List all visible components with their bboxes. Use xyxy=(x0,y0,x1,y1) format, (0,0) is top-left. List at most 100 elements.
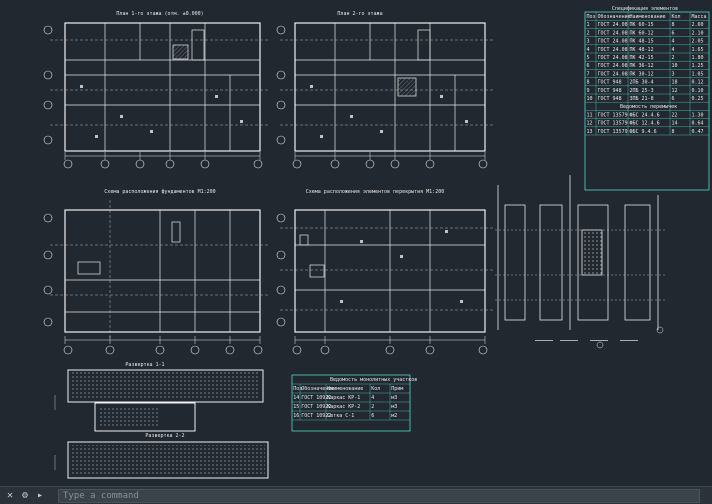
spec-cell: 8 xyxy=(672,22,675,28)
spec-cell: ГОСТ 24.08 xyxy=(598,39,628,45)
spec2-cell: 13 xyxy=(587,129,593,135)
spec-cell: 6 xyxy=(672,30,675,36)
plan-first-floor: План 1-го этажа (отм. ±0.000) xyxy=(43,11,270,169)
plan2-title: План 2-го этажа xyxy=(337,11,382,17)
strip2-title: Развертка 2-2 xyxy=(145,433,184,439)
strip1-title: Развертка 1-1 xyxy=(125,362,164,368)
legend-cell: 15 xyxy=(293,404,299,410)
drawing-canvas[interactable]: План 1-го этажа (отм. ±0.000) План 2-го … xyxy=(0,0,712,486)
spec-cell: 18 xyxy=(672,80,678,86)
spec-cell: 12 xyxy=(672,88,678,94)
spec-cell: 2ПБ 30-4 xyxy=(630,80,654,86)
spec-cell: 3ПБ 21-8 xyxy=(630,96,654,102)
legend-header-cell: Наименование xyxy=(327,386,363,392)
legend-header-cell: Кол xyxy=(371,386,380,392)
spec-cell: 0.12 xyxy=(692,80,704,86)
development-strips: Развертка 1-1 Развертка 2-2 xyxy=(54,362,269,479)
legend-cell: 2 xyxy=(371,404,374,410)
plan1-title: План 1-го этажа (отм. ±0.000) xyxy=(116,11,203,17)
spec2-cell: 12 xyxy=(587,121,593,127)
spec-header-cell: Масса xyxy=(692,14,707,20)
spec-cell: ГОСТ 948 xyxy=(598,88,622,94)
plan3-title: Схема расположения фундаментов М1:200 xyxy=(104,189,215,195)
spec-cell: ГОСТ 24.08 xyxy=(598,63,628,69)
plan-slabs: Схема расположения элементов перекрытия … xyxy=(276,189,495,355)
spec-cell: ГОСТ 24.08 xyxy=(598,22,628,28)
spec-cell: 2.60 xyxy=(692,22,704,28)
spec-cell: ГОСТ 24.08 xyxy=(598,71,628,77)
detail-markers xyxy=(596,326,664,349)
plan-second-floor: План 2-го этажа xyxy=(276,11,495,169)
legend-cell: 16 xyxy=(293,413,299,419)
specification-table: Спецификация элементов Поз ОбозначениеНаи… xyxy=(584,6,710,191)
spec-cell: ПК 36-12 xyxy=(630,63,654,69)
legend-cell: 6 xyxy=(371,413,374,419)
prompt-icon: ▸ xyxy=(36,490,44,501)
drawing-svg: План 1-го этажа (отм. ±0.000) План 2-го … xyxy=(43,6,710,479)
legend-cell: Сетка С-1 xyxy=(327,413,354,419)
spec-cell: 2 xyxy=(587,30,590,36)
close-icon[interactable]: ✕ xyxy=(4,490,16,501)
legend-cell: Каркас КР-1 xyxy=(327,395,360,401)
command-input[interactable] xyxy=(58,488,700,503)
spec2-cell: 11 xyxy=(587,112,593,118)
spec-cell: 0.10 xyxy=(692,88,704,94)
legend-header-cell: Прим xyxy=(391,386,403,392)
legend-cell: м2 xyxy=(391,413,397,419)
plan4-title: Схема расположения элементов перекрытия … xyxy=(306,189,444,195)
spec-header-cell: Обозначение xyxy=(598,13,631,20)
spec2-cell: ФБС 24.4.6 xyxy=(630,112,660,118)
spec-cell: 1.25 xyxy=(692,63,704,69)
spec-cell: ПК 60-12 xyxy=(630,30,654,36)
spec-cell: ПК 60-15 xyxy=(630,22,654,28)
legend-cell: м3 xyxy=(391,404,397,410)
spec-cell: 4 xyxy=(672,47,675,53)
spec2-cell: ГОСТ 13579 xyxy=(598,121,628,127)
spec-cell: ПК 30-12 xyxy=(630,71,654,77)
legend-cell: 4 xyxy=(371,395,374,401)
legend-cell: Каркас КР-2 xyxy=(327,404,360,410)
spec-cell: ПК 42-15 xyxy=(630,55,654,61)
legend-title: Ведомость монолитных участков xyxy=(330,377,417,383)
spec2-cell: ГОСТ 13579 xyxy=(598,112,628,118)
command-tools: ✕ ⚙ ▸ xyxy=(0,490,58,501)
spec-cell: 2.05 xyxy=(692,39,704,45)
spec2-cell: 0.64 xyxy=(692,121,704,127)
spec2-cell: 1.30 xyxy=(692,112,704,118)
spec-cell: 10 xyxy=(587,96,593,102)
spec-cell: ГОСТ 948 xyxy=(598,96,622,102)
spec-cell: 7 xyxy=(587,71,590,77)
spec-cell: ГОСТ 948 xyxy=(598,80,622,86)
wrench-icon[interactable]: ⚙ xyxy=(19,490,31,501)
spec-header-cell: Кол xyxy=(672,14,681,20)
spec-cell: 6 xyxy=(672,96,675,102)
spec-cell: ГОСТ 24.08 xyxy=(598,55,628,61)
spec-cell: 5 xyxy=(587,55,590,61)
spec-cell: ПК 48-15 xyxy=(630,39,654,45)
spec-title: Спецификация элементов xyxy=(612,6,678,12)
spec-cell: 4 xyxy=(587,47,590,53)
spec-cell: 3 xyxy=(672,71,675,77)
wall-sections xyxy=(495,175,665,341)
spec2-cell: 14 xyxy=(672,121,678,127)
legend-cell: 14 xyxy=(293,395,299,401)
spec-cell: 3 xyxy=(587,39,590,45)
spec-cell: 0.25 xyxy=(692,96,704,102)
spec2-cell: ГОСТ 13579 xyxy=(598,129,628,135)
spec-cell: 10 xyxy=(672,63,678,69)
spec-cell: 4 xyxy=(672,39,675,45)
spec-header-cell: Наименование xyxy=(630,14,666,20)
spec-cell: 1.05 xyxy=(692,71,704,77)
legend-cell: м3 xyxy=(391,395,397,401)
legend-table: Ведомость монолитных участковПозОбозначе… xyxy=(291,374,417,432)
spec-cell: 2ПБ 25-3 xyxy=(630,88,654,94)
spec-cell: 1.80 xyxy=(692,55,704,61)
plan-foundations: Схема расположения фундаментов М1:200 xyxy=(43,189,270,355)
spec-cell: ГОСТ 24.08 xyxy=(598,47,628,53)
command-line-bar: ✕ ⚙ ▸ xyxy=(0,486,712,504)
spec-cell: ГОСТ 24.08 xyxy=(598,30,628,36)
spec-cell: ПК 48-12 xyxy=(630,47,654,53)
spec-cell: 2 xyxy=(672,55,675,61)
spec-cell: 1 xyxy=(587,22,590,28)
spec2-cell: ФБС 9.4.6 xyxy=(630,129,657,135)
